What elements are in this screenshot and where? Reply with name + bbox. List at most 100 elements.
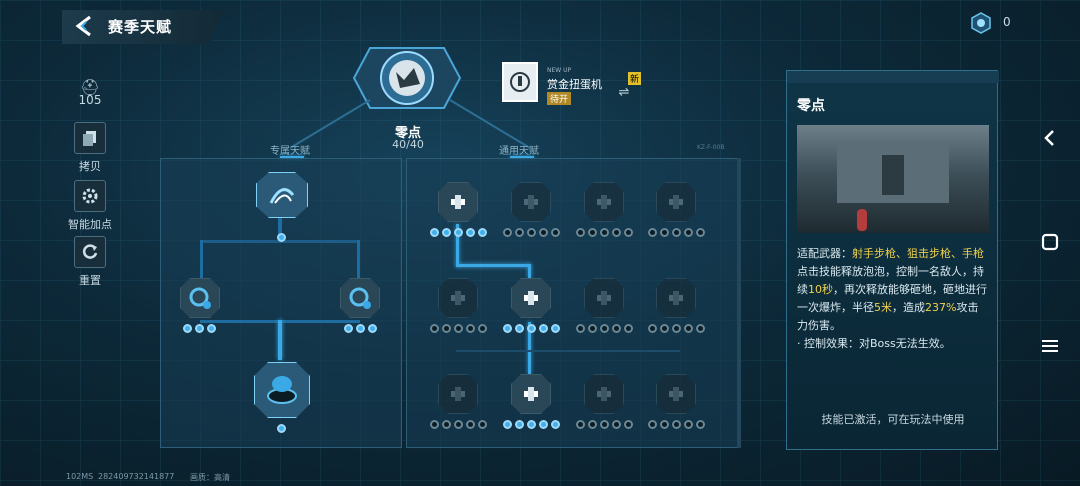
copy-button[interactable]: 拷贝	[70, 122, 110, 174]
level-dot	[588, 420, 597, 429]
nav-back-button[interactable]	[1030, 118, 1070, 158]
door-shape	[882, 155, 904, 195]
general-node-dots	[576, 420, 633, 429]
general-node-dots	[648, 324, 705, 333]
level-dot	[466, 324, 475, 333]
gacha-tag: NEW UP	[547, 67, 572, 74]
detail-title: 零点	[797, 98, 825, 114]
nav-home-button[interactable]	[1030, 222, 1070, 262]
level-dot	[600, 228, 609, 237]
level-dot	[503, 420, 512, 429]
level-dot	[430, 324, 439, 333]
general-node-dots	[430, 324, 487, 333]
general-node-dots	[503, 420, 560, 429]
ring-clock-icon	[189, 287, 211, 309]
general-node[interactable]	[584, 374, 624, 414]
general-scrollbar[interactable]	[737, 158, 741, 448]
tab-general[interactable]: 通用天赋	[499, 142, 539, 157]
general-node[interactable]	[656, 182, 696, 222]
talent-icon	[597, 387, 611, 401]
level-dot	[612, 228, 621, 237]
detail-header-strip	[787, 71, 999, 83]
level-dot	[612, 420, 621, 429]
desc-weapons: 射手步枪、狙击步枪、手枪	[852, 247, 984, 260]
level-dot	[344, 324, 353, 333]
general-node[interactable]	[656, 278, 696, 318]
general-node[interactable]	[511, 182, 551, 222]
level-dot	[600, 420, 609, 429]
page-title: 赛季天赋	[108, 18, 173, 36]
exclusive-right-node[interactable]	[340, 278, 380, 318]
level-dot	[478, 324, 487, 333]
reset-label: 重置	[79, 274, 101, 287]
reset-button[interactable]: 重置	[70, 236, 110, 288]
level-dot	[696, 228, 705, 237]
level-dot	[454, 420, 463, 429]
detail-panel: 零点 适配武器：射手步枪、狙击步枪、手枪 点击技能释放泡泡，控制一名敌人，持续1…	[786, 70, 999, 450]
general-node-dots	[430, 228, 487, 237]
status-quality: 画质：高清	[190, 473, 230, 482]
tab-exclusive[interactable]: 专属天赋	[270, 142, 310, 157]
general-node[interactable]	[584, 182, 624, 222]
general-node-dots	[648, 420, 705, 429]
exclusive-top-node[interactable]	[256, 172, 308, 218]
exclusive-left-node[interactable]	[180, 278, 220, 318]
general-node[interactable]	[438, 278, 478, 318]
level-dot	[442, 324, 451, 333]
general-node[interactable]	[584, 278, 624, 318]
level-dot	[624, 228, 633, 237]
general-node[interactable]	[511, 278, 551, 318]
tree-line	[357, 240, 360, 280]
level-dot	[684, 420, 693, 429]
level-dot	[684, 324, 693, 333]
level-dot	[624, 420, 633, 429]
exclusive-bottom-node[interactable]	[254, 362, 310, 418]
level-dot	[624, 324, 633, 333]
exclusive-top-dot	[277, 233, 286, 242]
level-dot	[660, 324, 669, 333]
exclusive-right-dots	[344, 324, 377, 333]
talent-icon	[669, 195, 683, 209]
general-node[interactable]	[511, 374, 551, 414]
back-arrow-icon[interactable]	[72, 14, 96, 38]
level-dot	[442, 420, 451, 429]
character-shape	[857, 209, 867, 231]
level-dot	[648, 324, 657, 333]
level-dot	[576, 324, 585, 333]
level-dot	[660, 228, 669, 237]
exclusive-bottom-dot	[277, 424, 286, 433]
level-dot	[576, 228, 585, 237]
level-dot	[696, 420, 705, 429]
ring-clock-icon	[349, 287, 371, 309]
exclusive-left-dots	[183, 324, 216, 333]
smart-assign-button[interactable]: 智能加点	[66, 180, 114, 232]
level-dot	[588, 324, 597, 333]
swap-icon[interactable]: ⇌	[612, 86, 636, 102]
desc-text: ，造成	[892, 301, 925, 314]
reset-icon	[74, 236, 106, 268]
level-dot	[195, 324, 204, 333]
new-badge: 新	[628, 72, 642, 85]
level-dot	[551, 420, 560, 429]
nav-menu-button[interactable]	[1030, 326, 1070, 366]
copy-icon	[74, 122, 106, 154]
level-dot	[503, 228, 512, 237]
level-dot	[368, 324, 377, 333]
general-node[interactable]	[438, 182, 478, 222]
panel-tag: KZ-F-00B	[697, 144, 725, 151]
level-dot	[466, 420, 475, 429]
level-dot	[466, 228, 475, 237]
level-dot	[551, 228, 560, 237]
general-node-dots	[503, 228, 560, 237]
level-dot	[539, 420, 548, 429]
gacha-badge: 待开	[547, 92, 572, 105]
general-node[interactable]	[656, 374, 696, 414]
desc-highlight: 237%	[925, 301, 957, 314]
level-display: ⛑ 105	[70, 78, 110, 107]
level-dot	[696, 324, 705, 333]
desc-control: · 控制效果：对Boss无法生效。	[797, 337, 951, 350]
general-node[interactable]	[438, 374, 478, 414]
level-dot	[527, 420, 536, 429]
general-node-dots	[430, 420, 487, 429]
level-dot	[207, 324, 216, 333]
